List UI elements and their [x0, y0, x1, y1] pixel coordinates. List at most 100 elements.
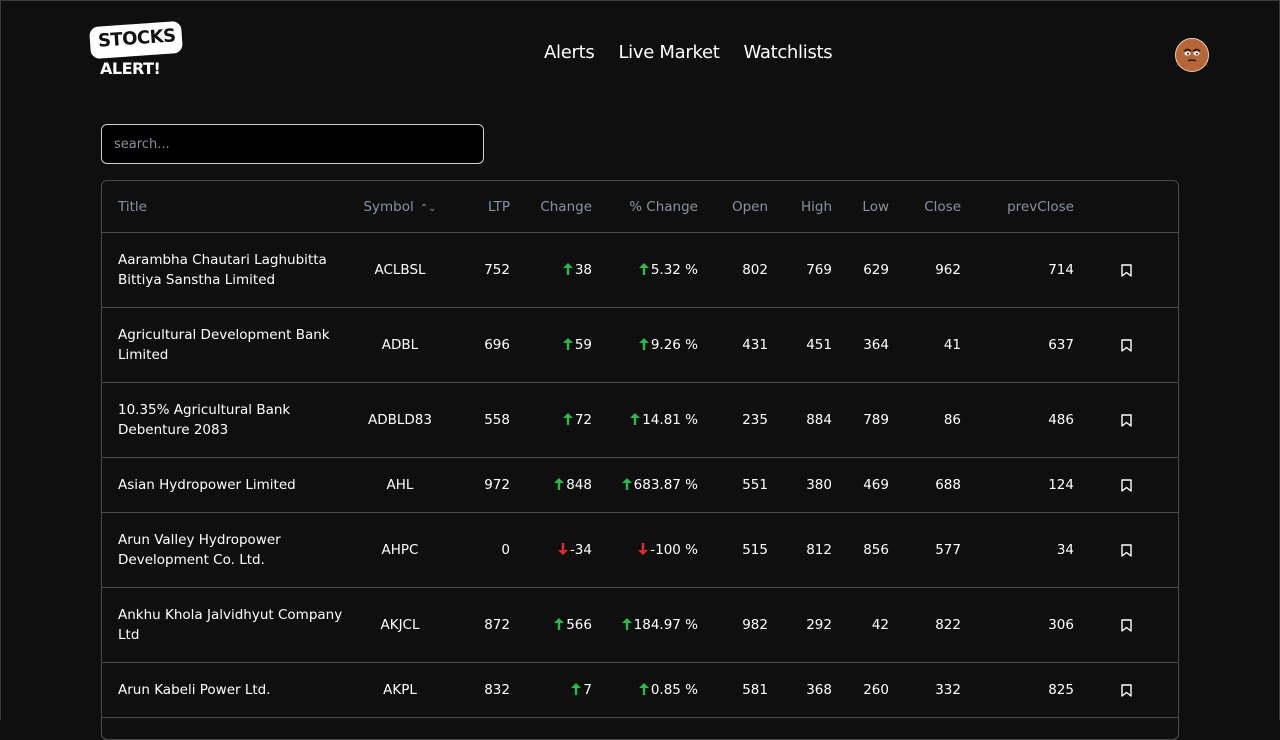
- cell-close: 86: [890, 382, 962, 458]
- cell-low: 629: [833, 232, 890, 308]
- cell-close: 688: [890, 457, 962, 513]
- cell-low: 364: [833, 307, 890, 383]
- header-change[interactable]: Change: [511, 181, 593, 233]
- cell-change: 566: [511, 587, 593, 663]
- cell-prev-close: 637: [962, 307, 1075, 383]
- arrow-up-icon: [554, 477, 566, 493]
- nav-watchlists[interactable]: Watchlists: [744, 42, 833, 63]
- bookmark-icon[interactable]: [1121, 543, 1132, 557]
- arrow-up-icon: [562, 262, 575, 278]
- change-value: 566: [566, 617, 592, 633]
- pct-change-value: 683.87 %: [633, 477, 698, 493]
- change-value: 848: [566, 477, 592, 493]
- main-nav: Alerts Live Market Watchlists: [544, 42, 833, 63]
- cell-open: 235: [699, 382, 769, 458]
- search-input[interactable]: [101, 124, 484, 164]
- change-value: 7: [583, 682, 592, 698]
- header-close[interactable]: Close: [890, 181, 962, 233]
- cell-change: 7: [511, 662, 593, 718]
- cell-high: 380: [769, 457, 833, 513]
- cell-ltp: 872: [445, 587, 511, 663]
- user-avatar[interactable]: [1175, 38, 1209, 72]
- cell-open: 431: [699, 307, 769, 383]
- cell-close: 962: [890, 232, 962, 308]
- cell-title: Arun Kabeli Power Ltd.: [102, 662, 355, 718]
- cell-pct-change: 14.81 %: [593, 382, 699, 458]
- change-value: 59: [574, 337, 592, 353]
- cell-close: 577: [890, 512, 962, 588]
- cell-pct-change: 683.87 %: [593, 457, 699, 513]
- nav-alerts[interactable]: Alerts: [544, 42, 595, 63]
- arrow-up-icon: [630, 412, 642, 428]
- stocks-table: Title Symbol ⌃⌄ LTP Change % Change Open …: [101, 180, 1179, 740]
- header-pct-change[interactable]: % Change: [593, 181, 699, 233]
- header-prev-close[interactable]: prevClose: [962, 181, 1075, 233]
- bookmark-icon[interactable]: [1121, 413, 1132, 427]
- cell-change: -34: [511, 512, 593, 588]
- cell-close: 41: [890, 307, 962, 383]
- table-row[interactable]: Aarambha Chautari Laghubitta Bittiya San…: [102, 232, 1178, 308]
- sort-icon[interactable]: ⌃⌄: [420, 203, 437, 214]
- arrow-up-icon: [621, 477, 634, 493]
- header-symbol-label: Symbol: [363, 198, 414, 215]
- cell-high: 451: [769, 307, 833, 383]
- change-value: 38: [574, 262, 592, 278]
- cell-symbol: ACLBSL: [355, 232, 445, 308]
- arrow-up-icon: [554, 617, 566, 633]
- bookmark-icon[interactable]: [1121, 338, 1132, 352]
- header-high[interactable]: High: [769, 181, 833, 233]
- cell-low: 260: [833, 662, 890, 718]
- brand-logo[interactable]: STOCKS ALERT!: [88, 20, 188, 82]
- cell-symbol: ADBL: [355, 307, 445, 383]
- bookmark-icon[interactable]: [1121, 683, 1132, 697]
- nav-live-market[interactable]: Live Market: [618, 42, 719, 63]
- cell-low: 42: [833, 587, 890, 663]
- table-row[interactable]: Arun Kabeli Power Ltd. AKPL 832 7 0.85 % 581 3…: [102, 662, 1178, 718]
- avatar-face-icon: [1176, 39, 1208, 71]
- cell-bookmark: [1075, 512, 1178, 588]
- pct-change-value: -100 %: [650, 542, 698, 558]
- header-low[interactable]: Low: [833, 181, 890, 233]
- header-open[interactable]: Open: [699, 181, 769, 233]
- table-row[interactable]: 10.35% Agricultural Bank Debenture 2083 A…: [102, 382, 1178, 458]
- cell-prev-close: 124: [962, 457, 1075, 513]
- cell-low: 789: [833, 382, 890, 458]
- cell-high: 884: [769, 382, 833, 458]
- pct-change-value: 184.97 %: [633, 617, 698, 633]
- cell-prev-close: 714: [962, 232, 1075, 308]
- cell-title: 10.35% Agricultural Bank Debenture 2083: [102, 382, 355, 458]
- cell-ltp: 752: [445, 232, 511, 308]
- header-ltp[interactable]: LTP: [445, 181, 511, 233]
- header-title[interactable]: Title: [102, 181, 355, 233]
- bookmark-icon[interactable]: [1121, 618, 1132, 632]
- cell-low: 856: [833, 512, 890, 588]
- cell-high: 368: [769, 662, 833, 718]
- cell-prev-close: 34: [962, 512, 1075, 588]
- table-row[interactable]: Arun Valley Hydropower Development Co. L…: [102, 512, 1178, 588]
- change-value: 72: [574, 412, 592, 428]
- cell-open: 515: [699, 512, 769, 588]
- cell-bookmark: [1075, 232, 1178, 308]
- cell-title: Aarambha Chautari Laghubitta Bittiya San…: [102, 232, 355, 308]
- cell-ltp: 832: [445, 662, 511, 718]
- table-row[interactable]: Asian Hydropower Limited AHL 972 848 683.87 …: [102, 457, 1178, 513]
- table-row[interactable]: Ankhu Khola Jalvidhyut Company Ltd AKJCL 8…: [102, 587, 1178, 663]
- cell-high: 292: [769, 587, 833, 663]
- bookmark-icon[interactable]: [1121, 263, 1132, 277]
- arrow-up-icon: [638, 682, 651, 698]
- arrow-down-icon: [638, 542, 650, 558]
- cell-ltp: 0: [445, 512, 511, 588]
- cell-high: 812: [769, 512, 833, 588]
- cell-bookmark: [1075, 457, 1178, 513]
- cell-pct-change: 184.97 %: [593, 587, 699, 663]
- header-symbol[interactable]: Symbol ⌃⌄: [355, 181, 445, 233]
- cell-close: 822: [890, 587, 962, 663]
- table-row[interactable]: Agricultural Development Bank Limited ADB…: [102, 307, 1178, 383]
- bookmark-icon[interactable]: [1121, 478, 1132, 492]
- cell-symbol: ADBLD83: [355, 382, 445, 458]
- change-value: -34: [569, 542, 592, 558]
- cell-open: 982: [699, 587, 769, 663]
- cell-symbol: AHL: [355, 457, 445, 513]
- window-border-left: [0, 0, 1, 720]
- cell-title: Asian Hydropower Limited: [102, 457, 355, 513]
